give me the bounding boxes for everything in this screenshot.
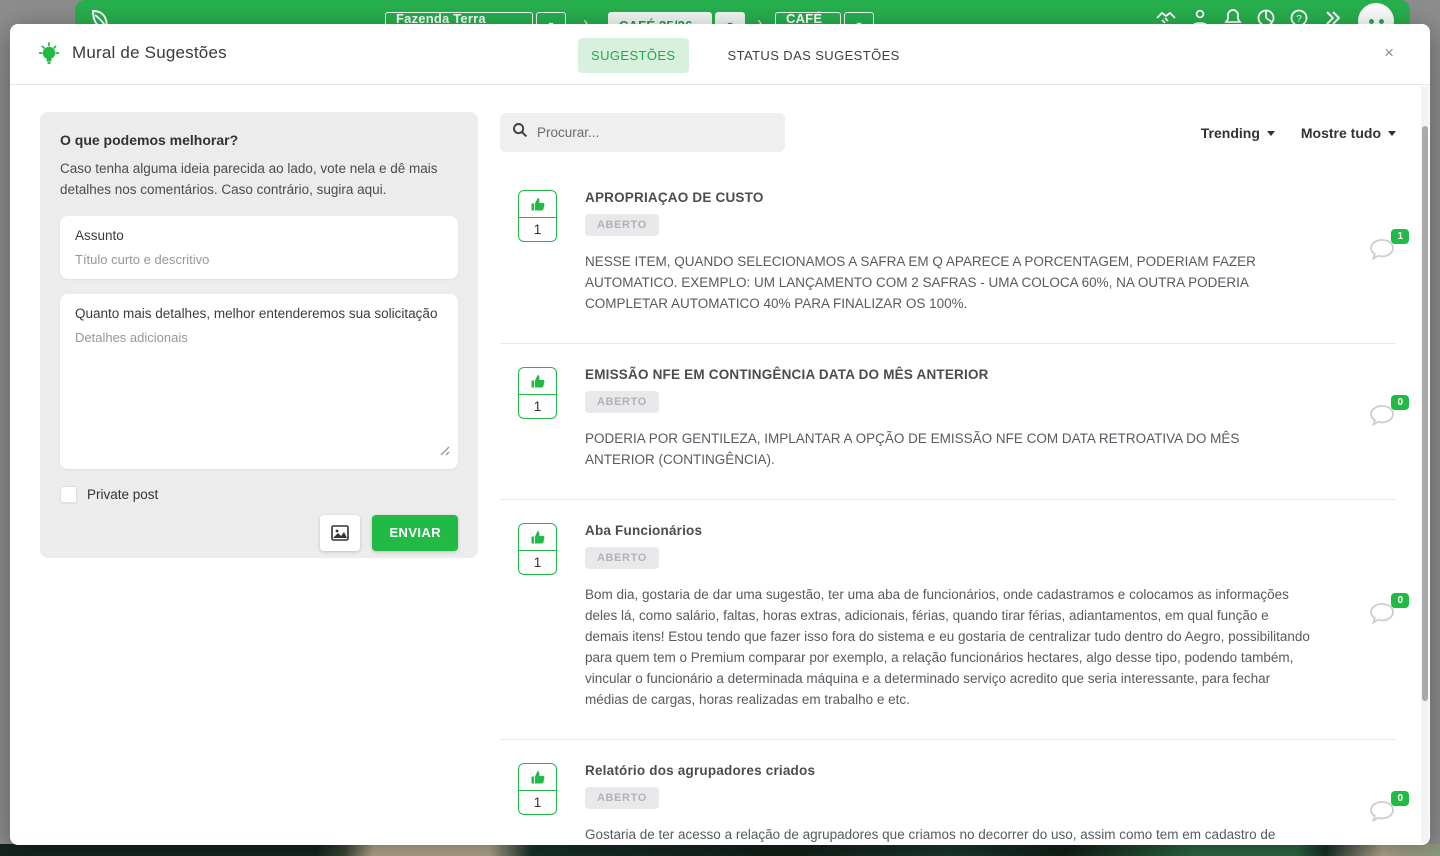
suggestion-description: Bom dia, gostaria de dar uma sugestão, t… xyxy=(585,584,1312,710)
vote-box[interactable]: 1 xyxy=(518,367,557,419)
suggestion-item: 1 APROPRIAÇAO DE CUSTO ABERTO NESSE ITEM… xyxy=(500,172,1396,344)
page-background-strip xyxy=(0,844,1440,856)
close-icon[interactable]: × xyxy=(1384,44,1394,61)
search-input[interactable] xyxy=(537,125,757,140)
private-post-label: Private post xyxy=(87,487,158,502)
subject-field[interactable]: Assunto Título curto e descritivo xyxy=(60,216,458,279)
scrollbar-thumb[interactable] xyxy=(1422,126,1428,701)
comment-count-badge: 0 xyxy=(1391,593,1409,608)
thumbs-up-icon[interactable] xyxy=(519,764,556,791)
suggestion-title[interactable]: Aba Funcionários xyxy=(585,523,1312,538)
status-badge: ABERTO xyxy=(585,787,659,809)
suggestion-title[interactable]: Relatório dos agrupadores criados xyxy=(585,763,1312,778)
suggestion-item: 1 Relatório dos agrupadores criados ABER… xyxy=(500,740,1396,845)
comment-count-badge: 0 xyxy=(1391,791,1409,806)
submit-button[interactable]: ENVIAR xyxy=(372,515,458,551)
vote-count: 1 xyxy=(519,218,556,241)
filter-dropdown[interactable]: Mostre tudo xyxy=(1301,125,1396,141)
comments-button[interactable]: 0 xyxy=(1368,800,1396,829)
suggestion-description: PODERIA POR GENTILEZA, IMPLANTAR A OPÇÃO… xyxy=(585,428,1312,470)
tab-status-das-sugestoes[interactable]: STATUS DAS SUGESTÕES xyxy=(715,38,913,73)
comment-count-badge: 0 xyxy=(1391,395,1409,410)
suggestion-description: Gostaria de ter acesso a relação de agru… xyxy=(585,824,1312,845)
status-badge: ABERTO xyxy=(585,391,659,413)
resize-handle-icon[interactable] xyxy=(440,443,450,461)
vote-box[interactable]: 1 xyxy=(518,190,557,242)
vote-count: 1 xyxy=(519,551,556,574)
subject-placeholder: Título curto e descritivo xyxy=(75,252,443,267)
tab-bar: SUGESTÕES STATUS DAS SUGESTÕES xyxy=(578,38,913,73)
new-suggestion-panel: O que podemos melhorar? Caso tenha algum… xyxy=(40,112,478,558)
comment-count-badge: 1 xyxy=(1391,229,1409,244)
suggestion-item: 1 Aba Funcionários ABERTO Bom dia, gosta… xyxy=(500,500,1396,740)
comments-button[interactable]: 1 xyxy=(1368,238,1396,267)
form-description: Caso tenha alguma ideia parecida ao lado… xyxy=(60,159,458,201)
status-badge: ABERTO xyxy=(585,214,659,236)
suggestion-item: 1 EMISSÃO NFE EM CONTINGÊNCIA DATA DO MÊ… xyxy=(500,344,1396,500)
form-heading: O que podemos melhorar? xyxy=(60,132,458,148)
suggestion-title[interactable]: APROPRIAÇAO DE CUSTO xyxy=(585,190,1312,205)
vote-box[interactable]: 1 xyxy=(518,763,557,815)
page-title: Mural de Sugestões xyxy=(72,43,227,63)
chevron-down-icon xyxy=(1267,131,1275,136)
suggestion-title[interactable]: EMISSÃO NFE EM CONTINGÊNCIA DATA DO MÊS … xyxy=(585,367,1312,382)
status-badge: ABERTO xyxy=(585,547,659,569)
vote-count: 1 xyxy=(519,791,556,814)
chevron-down-icon xyxy=(1388,131,1396,136)
comments-button[interactable]: 0 xyxy=(1368,602,1396,631)
thumbs-up-icon[interactable] xyxy=(519,524,556,551)
tab-sugestoes[interactable]: SUGESTÕES xyxy=(578,38,689,73)
private-post-checkbox[interactable] xyxy=(60,486,77,503)
suggestions-modal: Mural de Sugestões SUGESTÕES STATUS DAS … xyxy=(10,24,1430,845)
thumbs-up-icon[interactable] xyxy=(519,191,556,218)
suggestions-list: 1 APROPRIAÇAO DE CUSTO ABERTO NESSE ITEM… xyxy=(500,172,1396,845)
comments-button[interactable]: 0 xyxy=(1368,404,1396,433)
vote-box[interactable]: 1 xyxy=(518,523,557,575)
details-field[interactable]: Quanto mais detalhes, melhor entenderemo… xyxy=(60,294,458,469)
search-box[interactable] xyxy=(500,113,785,152)
search-icon xyxy=(512,122,528,143)
details-placeholder: Detalhes adicionais xyxy=(75,330,443,345)
details-label: Quanto mais detalhes, melhor entenderemo… xyxy=(75,306,443,321)
modal-header: Mural de Sugestões SUGESTÕES STATUS DAS … xyxy=(10,24,1430,85)
thumbs-up-icon[interactable] xyxy=(519,368,556,395)
lightbulb-icon xyxy=(34,40,64,75)
scrollbar-track[interactable] xyxy=(1421,86,1429,844)
vote-count: 1 xyxy=(519,395,556,418)
subject-label: Assunto xyxy=(75,228,443,243)
attach-image-button[interactable] xyxy=(320,515,360,551)
suggestions-list-area: Trending Mostre tudo 1 APROPRIAÇAO DE CU… xyxy=(500,113,1396,845)
suggestion-description: NESSE ITEM, QUANDO SELECIONAMOS A SAFRA … xyxy=(585,251,1312,314)
sort-dropdown[interactable]: Trending xyxy=(1201,125,1275,141)
